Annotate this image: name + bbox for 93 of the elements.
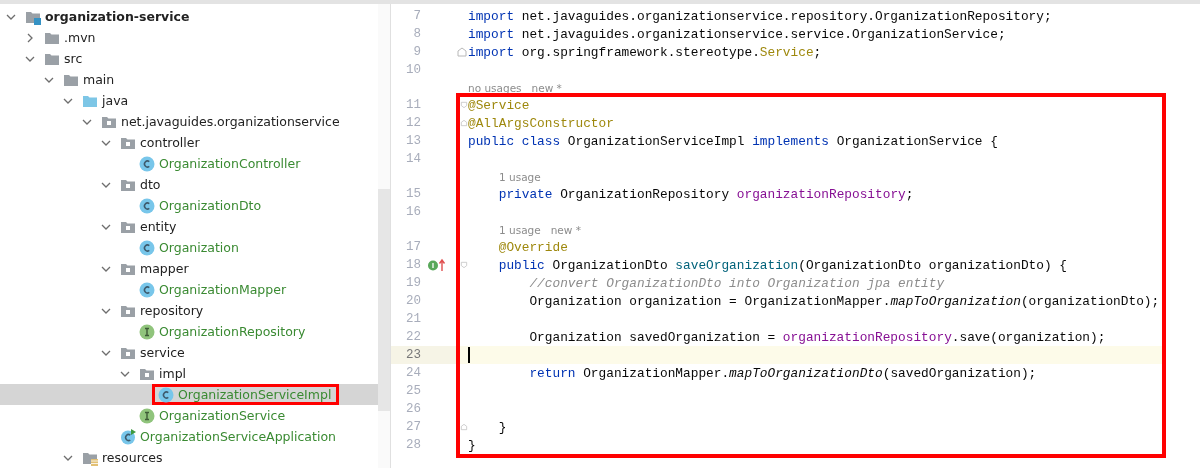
- line-number: 14: [405, 152, 421, 166]
- line-number: 26: [405, 402, 421, 416]
- tree-item-label[interactable]: dto: [140, 174, 161, 195]
- code-line: @Override: [497, 239, 568, 255]
- tree-row[interactable]: dto: [0, 174, 378, 195]
- tree-item-label[interactable]: Organization: [159, 237, 239, 258]
- code-line: Organization organization = OrganizationMapper.mapToOrganization(organizationDto);: [528, 293, 1160, 309]
- code-line: public OrganizationDto saveOrganization(OrganizationDto organizationDto) {: [497, 257, 1067, 273]
- tree-item-label[interactable]: .mvn: [64, 27, 96, 48]
- tree-row[interactable]: net.javaguides.organizationservice: [0, 111, 378, 132]
- tree-item-label[interactable]: OrganizationController: [159, 153, 301, 174]
- line-number: 28: [405, 438, 421, 452]
- tree-item-label[interactable]: controller: [140, 132, 200, 153]
- text-cursor: [468, 347, 470, 363]
- class-icon: [139, 197, 155, 214]
- tree-item-label[interactable]: resources: [102, 447, 163, 468]
- tree-item-label[interactable]: java: [102, 90, 129, 111]
- interface-icon: [139, 323, 155, 340]
- code-line: return OrganizationMapper.mapToOrganizationDto(savedOrganization);: [528, 365, 1037, 381]
- line-number: 12: [405, 116, 421, 130]
- tree-row[interactable]: java: [0, 90, 378, 111]
- tree-item-label[interactable]: mapper: [140, 258, 189, 279]
- tree-row[interactable]: main: [0, 69, 378, 90]
- code-line: }: [468, 437, 476, 453]
- line-number: 21: [405, 312, 421, 326]
- tree-row[interactable]: Organization: [0, 237, 378, 258]
- chevron-right-icon[interactable]: [25, 32, 35, 43]
- tree-row[interactable]: .mvn: [0, 27, 378, 48]
- tree-item-label[interactable]: repository: [140, 300, 204, 321]
- tree-row[interactable]: OrganizationServiceApplication: [0, 426, 378, 447]
- tree-row[interactable]: mapper: [0, 258, 378, 279]
- line-number: 22: [405, 330, 421, 344]
- tree-row[interactable]: OrganizationController: [0, 153, 378, 174]
- interface-icon: [139, 407, 155, 424]
- tree-item-label[interactable]: OrganizationMapper: [159, 279, 287, 300]
- line-number: 16: [405, 205, 421, 219]
- line-number: 7: [412, 9, 421, 23]
- code-line: @Service: [468, 97, 530, 113]
- line-number: 11: [405, 98, 421, 112]
- code-line: }: [497, 419, 507, 435]
- line-number: 13: [405, 134, 421, 148]
- code-line: //convert OrganizationDto into Organization jpa entity: [528, 275, 945, 291]
- tree-item-label[interactable]: entity: [140, 216, 177, 237]
- usage-hint[interactable]: 1 usage: [499, 170, 541, 183]
- code-line: private OrganizationRepository organizationRepository;: [497, 186, 914, 202]
- tree-row[interactable]: OrganizationRepository: [0, 321, 378, 342]
- code-line: import net.javaguides.organizationservice.service.OrganizationService;: [468, 26, 1006, 42]
- line-number: 27: [405, 420, 421, 434]
- tree-item-label[interactable]: OrganizationService: [159, 405, 286, 426]
- line-number: 18: [405, 258, 421, 272]
- line-number: 24: [405, 366, 421, 380]
- tree-item-label[interactable]: OrganizationRepository: [159, 321, 306, 342]
- tree-item-label[interactable]: net.javaguides.organizationservice: [121, 111, 340, 132]
- line-number: 25: [405, 384, 421, 398]
- tree-row[interactable]: src: [0, 48, 378, 69]
- line-number: 23: [405, 348, 421, 362]
- tree-row[interactable]: impl: [0, 363, 378, 384]
- tree-row[interactable]: repository: [0, 300, 378, 321]
- tree-row[interactable]: OrganizationService: [0, 405, 378, 426]
- code-line: import org.springframework.stereotype.Service;: [468, 44, 822, 60]
- tree-row[interactable]: service: [0, 342, 378, 363]
- tree-row[interactable]: entity: [0, 216, 378, 237]
- tree-item-label[interactable]: OrganizationDto: [159, 195, 262, 216]
- tree-item-label[interactable]: impl: [159, 363, 187, 384]
- line-number: 9: [412, 45, 421, 59]
- tree-item-label[interactable]: OrganizationServiceApplication: [140, 426, 336, 447]
- line-number: 10: [405, 63, 421, 77]
- tree-row[interactable]: resources: [0, 447, 378, 468]
- tree-row[interactable]: OrganizationMapper: [0, 279, 378, 300]
- class-icon: [139, 239, 155, 256]
- tree-item-label[interactable]: main: [83, 69, 115, 90]
- tree-row[interactable]: controller: [0, 132, 378, 153]
- tree-item-label[interactable]: src: [64, 48, 83, 69]
- application-class-icon: [120, 428, 136, 445]
- tree-item-label[interactable]: organization-service: [45, 6, 190, 27]
- line-number: 15: [405, 187, 421, 201]
- line-number: 17: [405, 240, 421, 254]
- usage-hint[interactable]: 1 usage new *: [499, 223, 581, 236]
- class-icon: [139, 281, 155, 298]
- code-line: import net.javaguides.organizationservice.repository.OrganizationRepository;: [468, 8, 1052, 24]
- line-number: 19: [405, 276, 421, 290]
- line-number: 20: [405, 294, 421, 308]
- class-icon: [158, 386, 174, 403]
- code-line: @AllArgsConstructor: [468, 115, 614, 131]
- code-line: Organization savedOrganization = organizationRepository.save(organization);: [528, 329, 1106, 345]
- tree-item-label[interactable]: service: [140, 342, 185, 363]
- code-line: public class OrganizationServiceImpl implements OrganizationService {: [468, 133, 998, 149]
- usage-hint[interactable]: no usages new *: [468, 81, 562, 94]
- tree-row[interactable]: organization-service: [0, 6, 378, 27]
- class-icon: [139, 155, 155, 172]
- line-number: 8: [412, 27, 421, 41]
- tree-row[interactable]: OrganizationDto: [0, 195, 378, 216]
- scrollbar-thumb[interactable]: [378, 189, 390, 411]
